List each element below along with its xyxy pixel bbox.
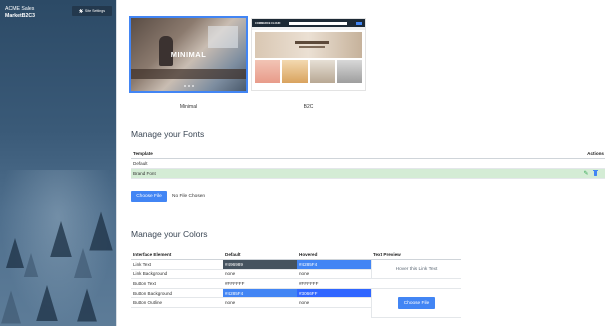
fonts-table-header: Template Actions [131, 149, 605, 159]
header-interface-element: Interface Element [133, 252, 172, 257]
header-default: Default [225, 252, 241, 257]
button-preview: Choose File [371, 289, 461, 318]
template-card-minimal[interactable]: MINIMAL Minimal [129, 16, 248, 110]
template-overlay-text: MINIMAL [170, 50, 207, 59]
hovered-color-input[interactable]: none [297, 270, 371, 279]
header-hovered: Hovered [299, 252, 318, 257]
header-actions: Actions [587, 151, 604, 156]
preview-choose-file-button[interactable]: Choose File [398, 297, 435, 309]
color-element-label: Button Outline [133, 300, 163, 306]
font-row-actions: ✎ [583, 169, 598, 177]
tree-decoration [23, 253, 39, 277]
tree-decoration [74, 248, 92, 278]
color-element-label: Link Background [133, 271, 168, 277]
template-logo-text: COMMERCE CLOUD [255, 21, 281, 25]
choose-file-button[interactable]: Choose File [131, 191, 167, 202]
default-color-input[interactable]: none [223, 270, 297, 279]
trash-icon[interactable] [592, 169, 598, 176]
fonts-section-title: Manage your Fonts [131, 129, 205, 139]
font-row-label: Brand Font [133, 171, 156, 176]
tree-decoration [77, 288, 97, 322]
pencil-icon[interactable]: ✎ [583, 171, 588, 177]
brand: ACME Sales MarketB2C3 [5, 6, 35, 20]
fonts-table: Template Actions Default Brand Font ✎ [131, 149, 605, 179]
template-card-b2c[interactable]: COMMERCE CLOUD B2C [251, 18, 366, 110]
default-color-input[interactable]: #4285F4 [223, 288, 297, 298]
default-color-input[interactable]: #FFFFFF [223, 279, 297, 288]
link-text-preview[interactable]: Hover this Link Text [371, 260, 461, 279]
org-name: MarketB2C3 [5, 13, 35, 19]
tree-decoration [89, 211, 113, 251]
hovered-color-input[interactable]: #4285F4 [297, 260, 371, 269]
tree-decoration [6, 238, 24, 268]
font-row-label: Default [133, 161, 148, 166]
template-thumbnail-b2c: COMMERCE CLOUD [251, 18, 366, 91]
header-text-preview: Text Preview [373, 252, 401, 257]
color-row-button-text: Button Text #FFFFFF #FFFFFF [131, 279, 461, 289]
sidebar: ACME Sales MarketB2C3 Site Settings [0, 0, 116, 326]
color-element-label: Button Text [133, 280, 156, 286]
color-element-label: Button Background [133, 290, 173, 296]
font-file-upload: Choose File No File Chosen [131, 191, 205, 202]
color-element-label: Link Text [133, 261, 152, 267]
app-name: ACME Sales [5, 6, 35, 12]
hovered-color-input[interactable]: #3066FF [297, 288, 371, 298]
template-thumbnail-minimal: MINIMAL [129, 16, 248, 93]
hovered-color-input[interactable]: #FFFFFF [297, 279, 371, 288]
font-row-brand-font[interactable]: Brand Font ✎ [131, 169, 605, 179]
hovered-color-input[interactable]: none [297, 298, 371, 307]
site-settings-label: Site Settings [84, 9, 106, 13]
no-file-text: No File Chosen [172, 194, 206, 199]
tree-decoration [36, 285, 58, 321]
template-name: Minimal [179, 104, 198, 110]
default-color-input[interactable]: #496989 [223, 260, 297, 269]
tree-decoration [1, 290, 21, 324]
default-color-input[interactable]: none [223, 298, 297, 307]
gear-icon [78, 9, 83, 13]
colors-table-header: Interface Element Default Hovered Text P… [131, 250, 461, 260]
tree-decoration [50, 221, 72, 257]
main-content: MINIMAL Minimal COMMERCE CLOUD B2C Manag… [116, 0, 605, 326]
template-name: B2C [303, 104, 314, 110]
colors-section-title: Manage your Colors [131, 229, 208, 239]
header-template: Template [133, 151, 153, 156]
font-row-default[interactable]: Default [131, 159, 605, 169]
site-settings-button[interactable]: Site Settings [72, 6, 112, 16]
